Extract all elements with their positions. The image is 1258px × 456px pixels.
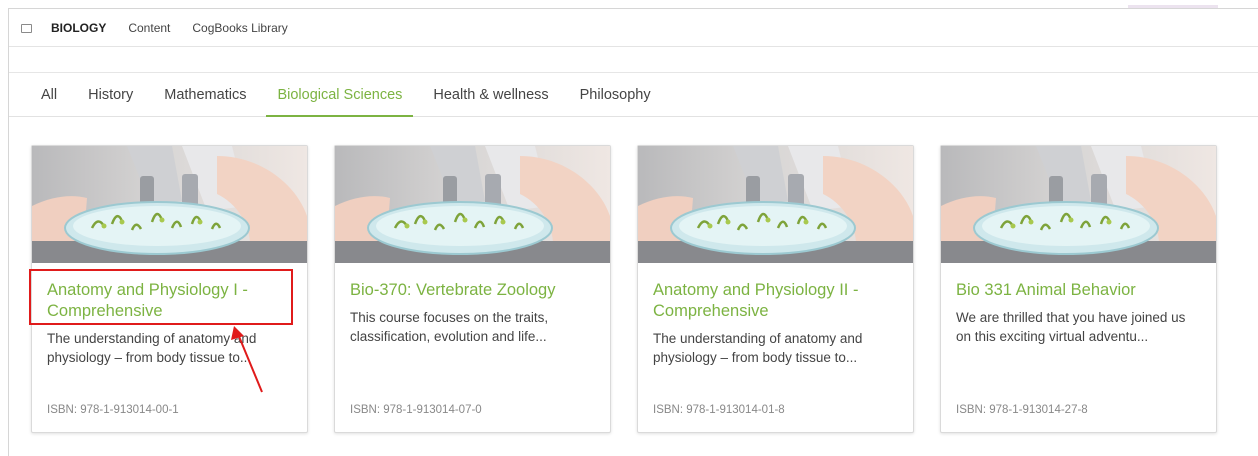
microscope-petri-dish-image xyxy=(335,146,610,263)
course-isbn: ISBN: 978-1-913014-01-8 xyxy=(653,404,785,416)
tab-mathematics[interactable]: Mathematics xyxy=(162,73,248,116)
course-card[interactable]: Bio-370: Vertebrate Zoology This course … xyxy=(334,145,611,433)
course-description: The understanding of anatomy and physiol… xyxy=(47,331,257,365)
book-icon xyxy=(21,24,32,33)
course-card-grid: Anatomy and Physiology I - Comprehensive… xyxy=(31,145,1217,433)
tab-biological-sciences[interactable]: Biological Sciences xyxy=(266,73,414,117)
course-title[interactable]: Anatomy and Physiology I - Comprehensive xyxy=(47,280,293,322)
course-card[interactable]: Bio 331 Animal Behavior We are thrilled … xyxy=(940,145,1217,433)
tab-health-wellness[interactable]: Health & wellness xyxy=(431,73,550,116)
course-isbn: ISBN: 978-1-913014-27-8 xyxy=(956,404,1088,416)
course-isbn: ISBN: 978-1-913014-07-0 xyxy=(350,404,482,416)
category-tabs: All History Mathematics Biological Scien… xyxy=(9,73,1258,117)
course-title[interactable]: Anatomy and Physiology II - Comprehensiv… xyxy=(653,280,899,322)
microscope-petri-dish-image xyxy=(32,146,307,263)
tab-philosophy[interactable]: Philosophy xyxy=(578,73,653,116)
microscope-petri-dish-image xyxy=(638,146,913,263)
breadcrumb-content[interactable]: Content xyxy=(128,21,170,35)
app-frame: BIOLOGY Content CogBooks Library All His… xyxy=(8,8,1258,456)
course-description: The understanding of anatomy and physiol… xyxy=(653,331,863,365)
course-description: This course focuses on the traits, class… xyxy=(350,310,549,344)
course-card[interactable]: Anatomy and Physiology II - Comprehensiv… xyxy=(637,145,914,433)
tab-history[interactable]: History xyxy=(86,73,135,116)
breadcrumb-biology[interactable]: BIOLOGY xyxy=(51,21,106,35)
breadcrumb-cogbooks-library[interactable]: CogBooks Library xyxy=(192,21,287,35)
course-card[interactable]: Anatomy and Physiology I - Comprehensive… xyxy=(31,145,308,433)
course-description: We are thrilled that you have joined us … xyxy=(956,310,1186,344)
microscope-petri-dish-image xyxy=(941,146,1216,263)
tab-all[interactable]: All xyxy=(39,73,59,116)
breadcrumb: BIOLOGY Content CogBooks Library xyxy=(9,9,1258,47)
course-isbn: ISBN: 978-1-913014-00-1 xyxy=(47,404,179,416)
toolbar-band xyxy=(9,48,1258,73)
